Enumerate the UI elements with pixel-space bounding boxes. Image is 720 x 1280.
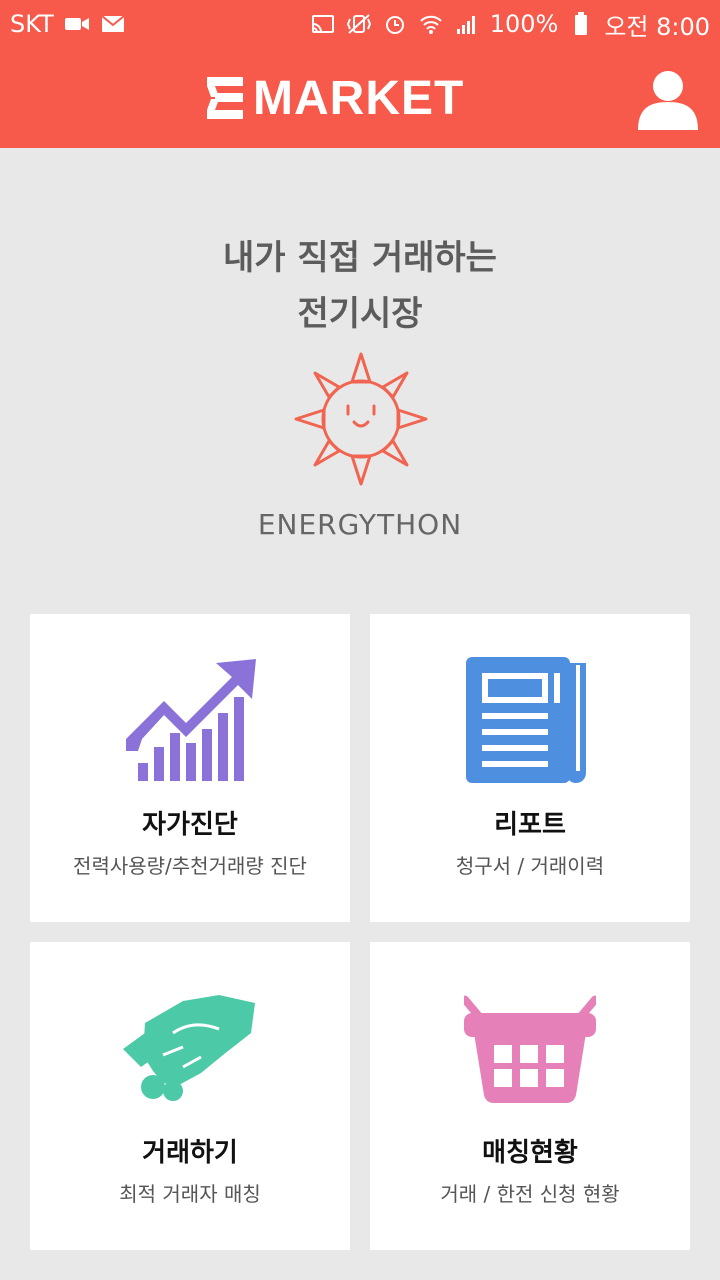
tagline: 내가 직접 거래하는 전기시장 [0, 230, 720, 342]
card-matching-status[interactable]: 매칭현황 거래 / 한전 신청 현황 [370, 942, 690, 1250]
newspaper-icon [460, 654, 600, 786]
tagline-line1: 내가 직접 거래하는 [223, 238, 497, 278]
card-title: 매칭현황 [482, 1138, 578, 1168]
card-title: 리포트 [494, 810, 566, 840]
clock: 오전 8:00 [604, 12, 710, 41]
card-title: 자가진단 [142, 810, 238, 840]
tagline-line2: 전기시장 [297, 294, 423, 334]
card-title: 거래하기 [142, 1138, 238, 1168]
wifi-icon [418, 11, 444, 37]
card-subtitle: 전력사용량/추천거래량 진단 [73, 854, 307, 878]
sun-icon [294, 352, 428, 486]
vibrate-icon [346, 11, 372, 37]
growth-chart-icon [120, 654, 260, 786]
brand-logo: MARKET [207, 70, 464, 126]
card-self-diagnosis[interactable]: 자가진단 전력사용량/추천거래량 진단 [30, 614, 350, 922]
video-icon [64, 11, 90, 37]
alarm-icon [382, 11, 408, 37]
card-subtitle: 최적 거래자 매칭 [119, 1182, 261, 1206]
cast-icon [310, 11, 336, 37]
carrier-label: SKT [10, 10, 54, 38]
hero-section: 내가 직접 거래하는 전기시장 ENERGYTHON [0, 148, 720, 588]
status-bar: SKT 100% 오전 8:00 [0, 0, 720, 48]
battery-percent: 100% [489, 10, 559, 38]
hero-caption: ENERGYTHON [257, 508, 463, 541]
brand-name: MARKET [253, 71, 465, 125]
battery-icon [568, 11, 594, 37]
signal-icon [454, 11, 480, 37]
mail-icon [100, 11, 126, 37]
card-trade[interactable]: 거래하기 최적 거래자 매칭 [30, 942, 350, 1250]
person-icon [638, 71, 698, 130]
e-mark-icon [207, 77, 243, 119]
card-report[interactable]: 리포트 청구서 / 거래이력 [370, 614, 690, 922]
handshake-icon [120, 982, 260, 1114]
basket-icon [460, 982, 600, 1114]
app-bar: MARKET [0, 48, 720, 148]
card-subtitle: 거래 / 한전 신청 현황 [440, 1182, 620, 1206]
profile-button[interactable] [634, 64, 702, 132]
card-subtitle: 청구서 / 거래이력 [455, 854, 605, 878]
